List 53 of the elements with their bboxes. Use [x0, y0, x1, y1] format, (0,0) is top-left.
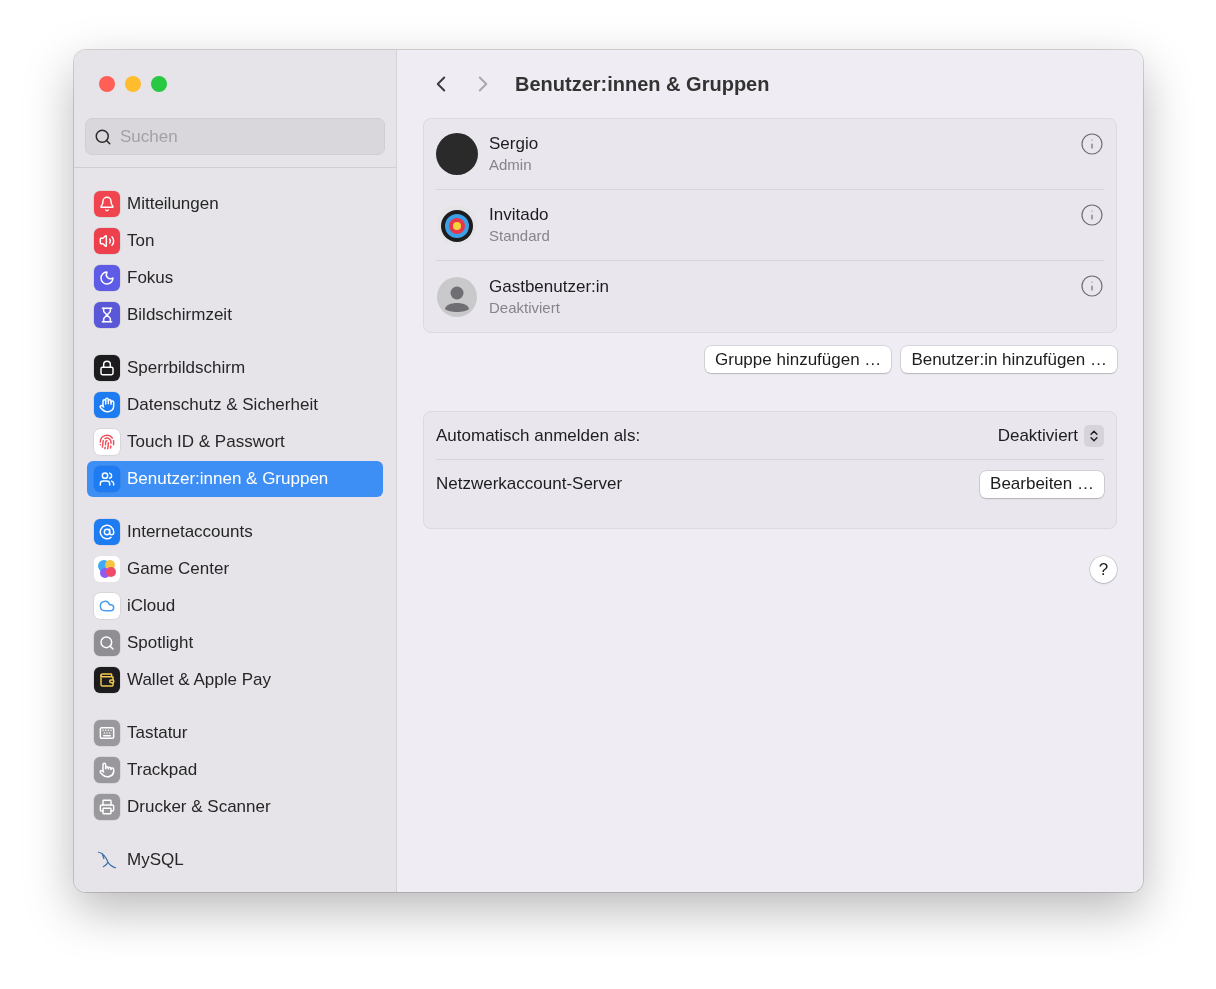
user-name: Gastbenutzer:in	[489, 275, 610, 298]
sidebar-item[interactable]: Trackpad	[87, 752, 383, 788]
sidebar-item[interactable]: iCloud	[87, 588, 383, 624]
sidebar-item[interactable]: Ton	[87, 223, 383, 259]
setting-label: Automatisch anmelden als:	[436, 424, 641, 447]
edit-button[interactable]: Bearbeiten …	[980, 470, 1104, 498]
sidebar-item[interactable]: Bildschirmzeit	[87, 297, 383, 333]
wallet-icon	[94, 667, 120, 693]
sidebar-item[interactable]: Game Center	[87, 551, 383, 587]
moon-icon	[94, 265, 120, 291]
photo-placeholder	[436, 133, 478, 175]
popup-button[interactable]: Deaktiviert	[997, 422, 1104, 449]
at-icon	[94, 519, 120, 545]
setting-label: Netzwerkaccount-Server	[436, 473, 623, 496]
keyboard-icon	[94, 720, 120, 746]
bell-icon	[94, 191, 120, 217]
pointer-icon	[94, 757, 120, 783]
sidebar-item[interactable]: Datenschutz & Sicherheit	[87, 387, 383, 423]
add-button[interactable]: Benutzer:in hinzufügen …	[901, 346, 1117, 373]
sidebar-item[interactable]: Touch ID & Passwort	[87, 424, 383, 460]
user-role: Deaktiviert	[489, 297, 561, 318]
user-name: Invitado	[489, 204, 550, 226]
sidebar-item[interactable]: Internetaccounts	[87, 514, 383, 550]
info-icon[interactable]	[1080, 203, 1104, 227]
sidebar-item[interactable]: Fokus	[87, 260, 383, 296]
person-silhouette-icon	[436, 275, 478, 318]
users-icon	[94, 466, 120, 492]
user-name: Sergio	[489, 133, 540, 155]
sidebar-item[interactable]: MySQL	[87, 842, 383, 878]
speaker-icon	[94, 228, 120, 254]
sidebar-item[interactable]: Spotlight	[87, 625, 383, 661]
hourglass-icon	[94, 302, 120, 328]
printer-icon	[94, 794, 120, 820]
sidebar-item[interactable]: Mitteilungen	[87, 186, 383, 222]
cloud-icon	[94, 593, 120, 619]
info-icon[interactable]	[1080, 274, 1104, 298]
info-icon[interactable]	[1080, 132, 1104, 156]
colored-bubbles-icon	[94, 556, 120, 582]
lock-icon	[94, 355, 120, 381]
sidebar-item[interactable]: Drucker & Scanner	[87, 789, 383, 825]
sidebar-item[interactable]: Wallet & Apple Pay	[87, 662, 383, 698]
add-button[interactable]: Gruppe hinzufügen …	[705, 346, 892, 373]
search-icon	[94, 128, 112, 146]
help-button[interactable]: ?	[1090, 556, 1117, 583]
magnifier-icon	[94, 630, 120, 656]
hand-icon	[94, 392, 120, 418]
user-role: Admin	[489, 155, 533, 175]
stepper-icon	[1084, 424, 1104, 447]
sidebar-item[interactable]: Sperrbildschirm	[87, 350, 383, 386]
user-role: Standard	[489, 226, 551, 246]
fingerprint-icon	[94, 429, 120, 455]
sidebar-item[interactable]: Tastatur	[87, 715, 383, 751]
page-title: Benutzer:innen & Gruppen	[515, 72, 770, 97]
